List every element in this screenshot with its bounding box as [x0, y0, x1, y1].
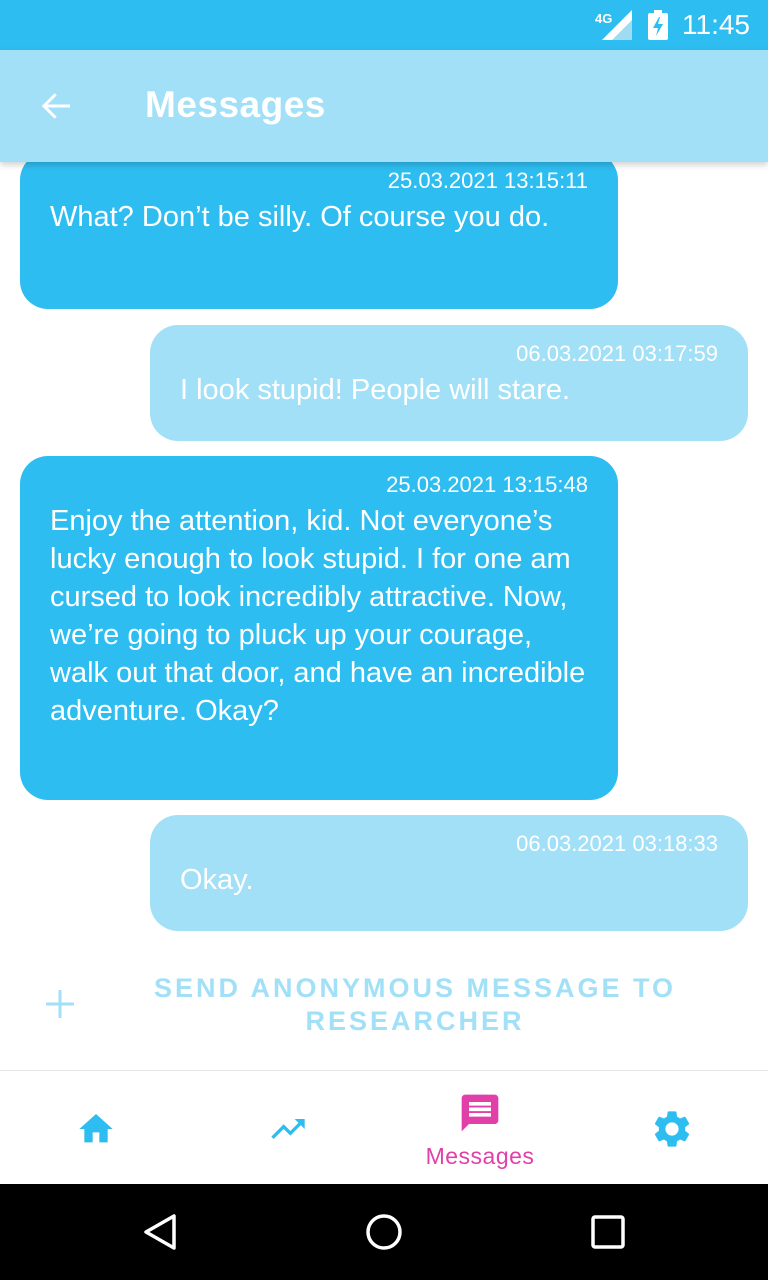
arrow-back-icon[interactable] — [36, 86, 76, 126]
bottom-navigation: Messages — [0, 1070, 768, 1184]
message-text: I look stupid! People will stare. — [180, 374, 571, 406]
message-text: Okay. — [180, 864, 254, 896]
status-clock: 11:45 — [682, 9, 750, 40]
nav-item-trends[interactable] — [192, 1071, 384, 1185]
message-icon — [461, 1094, 499, 1132]
network-type: 4G — [595, 11, 613, 26]
message-list[interactable]: 25.03.2021 13:15:11 What? Don’t be silly… — [0, 162, 768, 1070]
plus-icon — [46, 990, 74, 1018]
status-bar: 4G 11:45 — [0, 0, 768, 50]
home-icon — [79, 1114, 113, 1143]
app-bar: Messages — [0, 50, 768, 162]
message-text: Enjoy the attention, kid. Not everyone’s… — [50, 505, 586, 727]
system-navigation-bar — [0, 1184, 768, 1280]
send-anonymous-message-label: SEND ANONYMOUS MESSAGE TO RESEARCHER — [153, 973, 677, 1036]
message-bubble-sent: 06.03.2021 03:17:59 I look stupid! Peopl… — [150, 325, 748, 441]
nav-label-messages: Messages — [425, 1143, 535, 1169]
message-bubble-sent: 06.03.2021 03:18:33 Okay. — [150, 815, 748, 931]
trending-up-icon — [271, 1119, 305, 1139]
message-timestamp: 25.03.2021 13:15:11 — [387, 168, 588, 193]
message-timestamp: 06.03.2021 03:17:59 — [516, 341, 718, 366]
gear-icon — [654, 1111, 690, 1147]
message-timestamp: 25.03.2021 13:15:48 — [386, 472, 588, 497]
home-circle-icon[interactable] — [364, 1212, 404, 1252]
message-bubble-received: 25.03.2021 13:15:48 Enjoy the attention,… — [20, 456, 618, 800]
nav-item-home[interactable] — [0, 1071, 192, 1185]
message-bubble-received: 25.03.2021 13:15:11 What? Don’t be silly… — [20, 162, 618, 309]
recents-square-icon[interactable] — [590, 1214, 626, 1250]
page-title: Messages — [145, 84, 326, 125]
back-triangle-icon[interactable] — [140, 1212, 180, 1252]
battery-charging-icon — [648, 10, 668, 40]
message-text: What? Don’t be silly. Of course you do. — [50, 201, 550, 233]
message-timestamp: 06.03.2021 03:18:33 — [516, 831, 718, 856]
nav-item-settings[interactable] — [576, 1071, 768, 1185]
nav-item-messages[interactable]: Messages — [384, 1071, 576, 1185]
send-anonymous-message-button[interactable]: SEND ANONYMOUS MESSAGE TO RESEARCHER — [0, 960, 768, 1060]
